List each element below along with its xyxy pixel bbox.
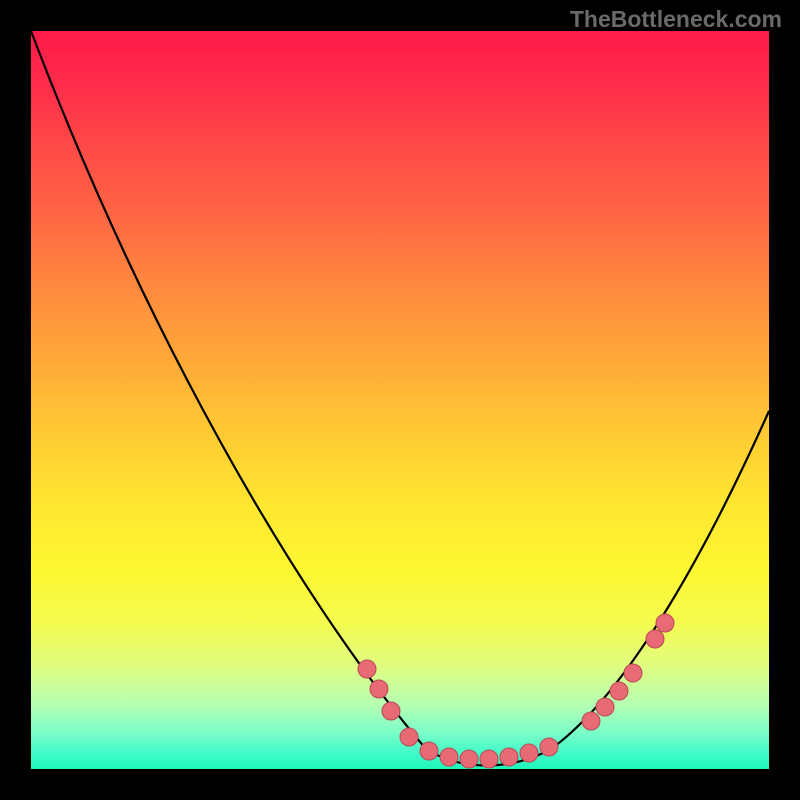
data-marker [656,614,674,632]
data-marker [358,660,376,678]
marker-group [358,614,674,768]
data-marker [440,748,458,766]
data-marker [420,742,438,760]
data-marker [520,744,538,762]
data-marker [382,702,400,720]
bottleneck-curve [31,31,769,766]
attribution-text: TheBottleneck.com [570,6,782,33]
data-marker [624,664,642,682]
data-marker [582,712,600,730]
data-marker [610,682,628,700]
data-marker [370,680,388,698]
data-marker [480,750,498,768]
data-marker [596,698,614,716]
data-marker [500,748,518,766]
data-marker [460,750,478,768]
data-marker [540,738,558,756]
data-marker [400,728,418,746]
data-marker [646,630,664,648]
chart-container: TheBottleneck.com [0,0,800,800]
chart-overlay [31,31,769,769]
